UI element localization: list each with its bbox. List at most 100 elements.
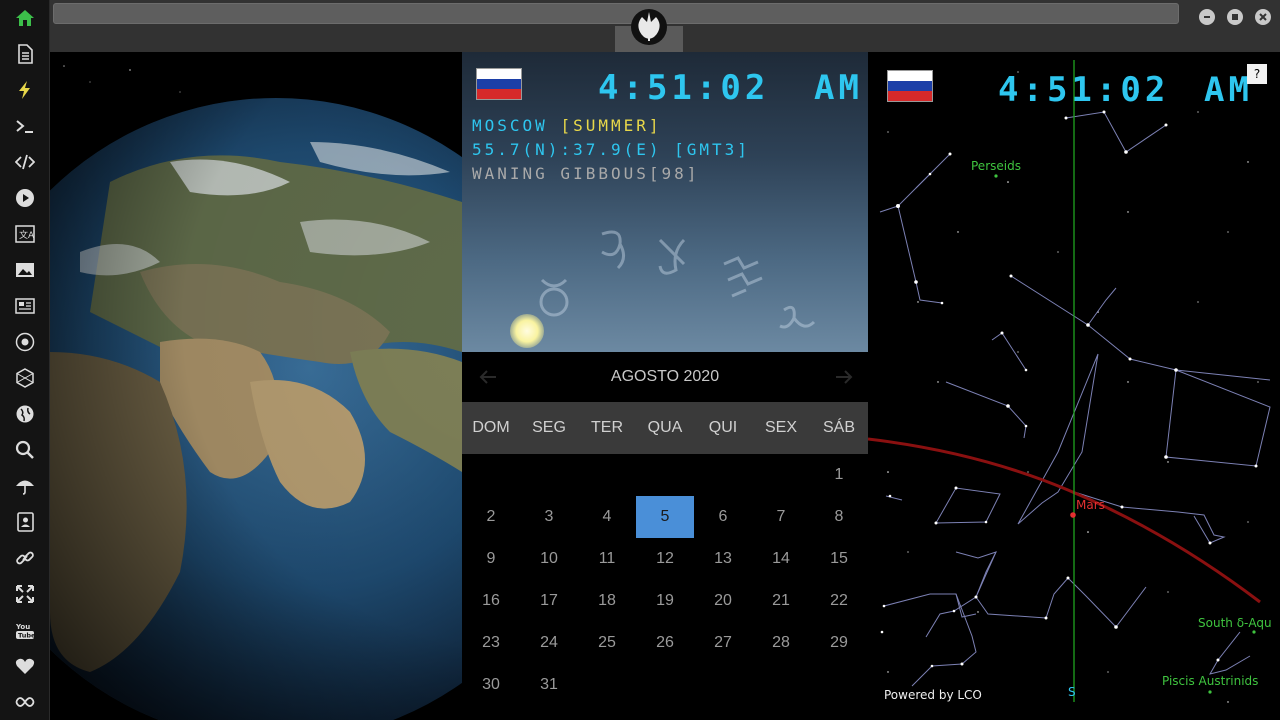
coordinates-line: 55.7(N):37.9(E) [GMT3] <box>472 140 750 159</box>
link-icon[interactable] <box>13 546 37 570</box>
calendar-day[interactable]: 9 <box>462 538 520 580</box>
perseids-marker <box>994 174 998 178</box>
calendar-day[interactable]: 14 <box>752 538 810 580</box>
calendar-day[interactable]: 28 <box>752 622 810 664</box>
calendar-day[interactable]: 20 <box>694 580 752 622</box>
app-sidebar: 文A You Tube <box>0 0 50 720</box>
sky-clock-time: 4:51:02 <box>998 70 1170 110</box>
next-month-icon[interactable] <box>832 365 856 389</box>
calendar-day-selected[interactable]: 5 <box>636 496 694 538</box>
calendar-day[interactable]: 4 <box>578 496 636 538</box>
umbrella-icon[interactable] <box>13 474 37 498</box>
piscis-marker <box>1208 690 1212 694</box>
top-bar <box>50 0 1280 52</box>
maximize-button[interactable] <box>1227 9 1243 25</box>
calendar-day[interactable]: 29 <box>810 622 868 664</box>
minimize-button[interactable] <box>1199 9 1215 25</box>
calendar-day[interactable]: 15 <box>810 538 868 580</box>
translate-icon[interactable]: 文A <box>13 222 37 246</box>
heart-icon[interactable] <box>13 654 37 678</box>
previous-month-icon[interactable] <box>476 365 500 389</box>
calendar-day[interactable]: 8 <box>810 496 868 538</box>
youtube-icon[interactable]: You Tube <box>13 618 37 642</box>
rebel-alliance-logo-icon <box>631 9 667 45</box>
calendar-day[interactable]: 19 <box>636 580 694 622</box>
powered-by-label: Powered by LCO <box>884 688 982 702</box>
world-clock-panel: 4:51:02 AM MOSCOW [SUMMER] 55.7(N):37.9(… <box>462 52 868 352</box>
zodiac-glyphs <box>539 230 816 329</box>
weekday-label: SEG <box>532 419 566 436</box>
weekday-label: QUA <box>647 419 683 436</box>
contact-card-icon[interactable] <box>13 510 37 534</box>
sun-position-marker <box>510 314 544 348</box>
mars-marker <box>1070 512 1076 518</box>
calendar-day[interactable]: 23 <box>462 622 520 664</box>
calendar-day[interactable]: 24 <box>520 622 578 664</box>
calendar-day[interactable]: 25 <box>578 622 636 664</box>
help-button[interactable]: ? <box>1247 64 1267 84</box>
piscis-label: Piscis Austrinids <box>1162 674 1259 688</box>
city-name: MOSCOW <box>472 116 548 135</box>
sky-clock-ampm: AM <box>1204 70 1253 110</box>
moon-phase-line: WANING GIBBOUS[98] <box>472 164 700 183</box>
rebel-alliance-icon[interactable] <box>13 330 37 354</box>
lightning-icon[interactable] <box>13 78 37 102</box>
russia-flag-icon <box>887 70 933 102</box>
calendar-day[interactable]: 16 <box>462 580 520 622</box>
weekday-label: QUI <box>708 419 738 436</box>
globe-icon[interactable] <box>13 402 37 426</box>
calendar-day[interactable]: 6 <box>694 496 752 538</box>
earth-globe-image <box>50 65 462 720</box>
calendar-day[interactable]: 22 <box>810 580 868 622</box>
calendar-day[interactable]: 11 <box>578 538 636 580</box>
document-icon[interactable] <box>13 42 37 66</box>
season-label: [SUMMER] <box>560 116 662 135</box>
close-button[interactable] <box>1255 9 1271 25</box>
earth-view[interactable] <box>50 52 462 720</box>
calendar-header: AGOSTO 2020 <box>462 352 868 402</box>
calendar-day[interactable]: 7 <box>752 496 810 538</box>
fullscreen-icon[interactable] <box>13 582 37 606</box>
image-icon[interactable] <box>13 258 37 282</box>
calendar-day[interactable]: 27 <box>694 622 752 664</box>
clock-ampm: AM <box>814 68 863 108</box>
calendar-day[interactable]: 13 <box>694 538 752 580</box>
svg-text:You: You <box>15 623 30 631</box>
calendar-day[interactable]: 26 <box>636 622 694 664</box>
infinity-icon[interactable] <box>13 690 37 714</box>
svg-text:Tube: Tube <box>18 632 35 640</box>
svg-text:文A: 文A <box>19 229 35 241</box>
city-line: MOSCOW [SUMMER] <box>472 116 662 135</box>
calendar-day[interactable]: 21 <box>752 580 810 622</box>
calendar-day[interactable]: 31 <box>520 664 578 706</box>
weekday-label: SEX <box>764 419 797 436</box>
weekday-header-row: DOM SEG TER QUA QUI SEX SÁB <box>462 402 868 454</box>
calendar-day[interactable]: 17 <box>520 580 578 622</box>
search-icon[interactable] <box>13 438 37 462</box>
perseids-label: Perseids <box>971 159 1021 173</box>
weekday-label: TER <box>591 419 623 436</box>
south-delta-marker <box>1252 630 1256 634</box>
calendar-day[interactable]: 12 <box>636 538 694 580</box>
home-icon[interactable] <box>13 6 37 30</box>
weekday-label: SÁB <box>822 419 855 436</box>
hexagon-icon[interactable] <box>13 366 37 390</box>
calendar-day[interactable]: 10 <box>520 538 578 580</box>
address-bar[interactable] <box>53 3 1179 24</box>
calendar-day[interactable]: 18 <box>578 580 636 622</box>
south-delta-label: South δ-Aqu <box>1198 616 1272 630</box>
sky-map-panel[interactable]: 4:51:02 AM ? Perseids Mars South δ-Aqu P… <box>868 52 1280 720</box>
calendar-day[interactable]: 3 <box>520 496 578 538</box>
russia-flag-icon <box>476 68 522 100</box>
play-icon[interactable] <box>13 186 37 210</box>
south-direction-label: S <box>1068 685 1076 699</box>
calendar-day[interactable]: 2 <box>462 496 520 538</box>
code-icon[interactable] <box>13 150 37 174</box>
news-icon[interactable] <box>13 294 37 318</box>
calendar-day[interactable]: 30 <box>462 664 520 706</box>
clock-time: 4:51:02 <box>598 68 770 108</box>
calendar-day[interactable]: 1 <box>810 454 868 496</box>
terminal-icon[interactable] <box>13 114 37 138</box>
calendar-month-title: AGOSTO 2020 <box>610 368 720 385</box>
mars-label: Mars <box>1076 498 1105 512</box>
